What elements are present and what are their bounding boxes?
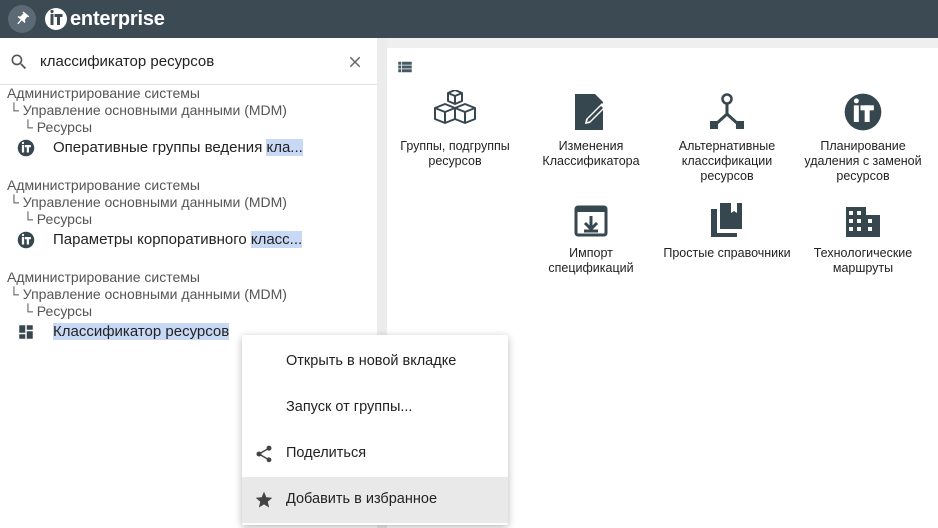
menu-item-add-favorite[interactable]: Добавить в избранное (242, 477, 508, 523)
building-icon (846, 207, 880, 237)
search-input[interactable] (40, 50, 330, 72)
result-title[interactable]: Классификатор ресурсов (53, 323, 230, 340)
it-logo-icon (17, 231, 35, 249)
result-path-section: └ Управление основными данными (MDM) (9, 102, 287, 118)
it-logo-icon (45, 8, 67, 30)
menu-item-open-new-tab[interactable]: Открыть в новой вкладке (242, 339, 508, 385)
tile-label: Планирование удаления с заменой ресурсов (804, 139, 922, 183)
tile-tech-routes[interactable]: Технологические маршруты (799, 199, 927, 276)
menu-item-label: Запуск от группы... (286, 399, 413, 415)
tile-simple-directories[interactable]: Простые справочники (663, 199, 791, 261)
menu-item-share[interactable]: Поделиться (242, 431, 508, 477)
search-bar (0, 38, 377, 85)
share-icon (256, 445, 272, 463)
tile-classifier-changes[interactable]: Изменения Классификатора (527, 92, 655, 169)
result-path-root: Администрирование системы (7, 269, 200, 285)
result-title-rest: ресурсов (161, 323, 230, 340)
app-logo-text: enterprise (70, 8, 165, 30)
top-bar: enterprise (0, 0, 938, 38)
menu-item-run-from-group[interactable]: Запуск от группы... (242, 385, 508, 431)
result-title-match: кла... (266, 139, 303, 156)
result-title[interactable]: Параметры корпоративного класс... (53, 231, 303, 248)
result-title-text: Параметры корпоративного (53, 231, 251, 248)
tile-label: Группы, подгруппы ресурсов (400, 139, 510, 168)
books-icon (711, 203, 742, 237)
menu-item-label: Открыть в новой вкладке (286, 353, 457, 369)
tile-removal-planning[interactable]: Планирование удаления с заменой ресурсов (799, 92, 927, 184)
close-icon[interactable] (346, 53, 364, 71)
dashboard-icon (19, 325, 33, 339)
result-path-root: Администрирование системы (7, 85, 200, 101)
pin-button[interactable] (8, 5, 36, 33)
result-path-root: Администрирование системы (7, 177, 200, 193)
pin-icon (17, 11, 30, 25)
list-view-icon[interactable] (395, 58, 415, 76)
result-path-group: └ Ресурсы (23, 303, 93, 319)
edit-document-icon (575, 94, 606, 130)
import-icon (574, 205, 608, 237)
cubes-icon (434, 90, 476, 124)
result-title[interactable]: Оперативные группы ведения кла... (53, 139, 303, 156)
tile-import-specs[interactable]: Импорт спецификаций (527, 199, 655, 276)
result-path-section: └ Управление основными данными (MDM) (9, 194, 287, 210)
result-title-match: Классификатор (53, 323, 162, 340)
result-path-group: └ Ресурсы (23, 211, 93, 227)
result-title-match: класс... (250, 231, 303, 248)
it-logo-icon (17, 139, 35, 157)
star-icon (255, 491, 273, 508)
result-path-section: └ Управление основными данными (MDM) (9, 286, 287, 302)
tile-label: Изменения Классификатора (542, 139, 640, 168)
tile-label: Альтернативные классификации ресурсов (678, 139, 776, 183)
search-icon (11, 54, 27, 70)
tile-label: Простые справочники (663, 246, 791, 260)
tile-resource-groups[interactable]: Группы, подгруппы ресурсов (391, 90, 519, 169)
result-path-group: └ Ресурсы (23, 119, 93, 135)
tile-label: Импорт спецификаций (548, 246, 634, 275)
menu-item-label: Поделиться (286, 445, 367, 461)
hierarchy-icon (710, 93, 744, 129)
menu-item-label: Добавить в избранное (286, 491, 438, 507)
context-menu: Открыть в новой вкладке Запуск от группы… (242, 335, 508, 525)
tile-label: Технологические маршруты (813, 246, 913, 275)
tile-alt-classifications[interactable]: Альтернативные классификации ресурсов (663, 92, 791, 184)
result-title-text: Оперативные группы ведения (53, 139, 267, 156)
it-logo-icon (844, 93, 882, 131)
